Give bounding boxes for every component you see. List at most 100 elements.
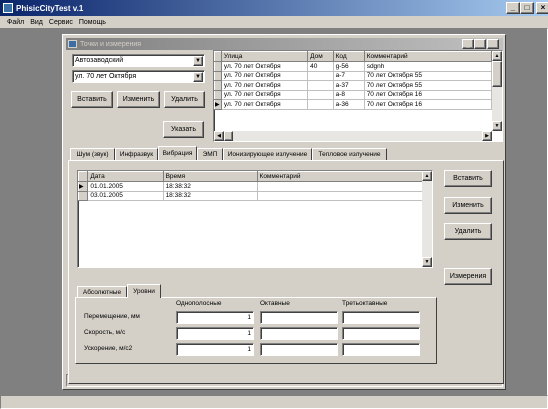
value-field-single[interactable]: 1 <box>176 311 254 324</box>
value-field-third[interactable] <box>342 327 420 340</box>
menu-bar: Файл Вид Сервис Помощь <box>0 16 548 28</box>
address-hscroll-thumb[interactable] <box>224 131 233 141</box>
address-cell[interactable]: ул. 70 лет Октября <box>221 90 309 100</box>
address-cell[interactable]: 70 лет Октября 55 <box>364 71 493 81</box>
menu-service[interactable]: Сервис <box>46 19 76 26</box>
district-dropdown-icon[interactable]: ▼ <box>193 56 203 66</box>
address-vscroll[interactable]: ▲ ▼ <box>492 51 502 131</box>
value-field-single[interactable]: 1 <box>176 343 254 356</box>
value-field-third[interactable] <box>342 311 420 324</box>
address-vscroll-thumb[interactable] <box>492 61 502 87</box>
value-field-single[interactable]: 1 <box>176 327 254 340</box>
grid-indicator-header <box>214 51 222 62</box>
tab-3[interactable]: ЭМП <box>197 148 223 160</box>
menu-view[interactable]: Вид <box>27 19 46 26</box>
close-button[interactable]: × <box>536 2 548 14</box>
scroll-left-icon[interactable]: ◀ <box>214 131 224 141</box>
measure-cell[interactable] <box>257 181 425 192</box>
tab-2[interactable]: Вибрация <box>158 146 197 160</box>
address-row[interactable]: ул. 70 лет Октября a-7 70 лет Октября 55 <box>214 70 493 81</box>
measure-col-header[interactable]: Дата <box>87 171 164 182</box>
value-row-label: Ускорение, м/с2 <box>84 345 133 352</box>
measure-cell[interactable]: 03.01.2005 <box>87 191 164 201</box>
header-third: Третьоктавные <box>342 300 388 307</box>
measure-cell[interactable]: 01.01.2005 <box>87 181 164 192</box>
tab-5[interactable]: Тепловое излучение <box>312 148 387 160</box>
measure-insert-button[interactable]: Вставить <box>444 170 492 187</box>
subtab-levels[interactable]: Уровни <box>127 284 161 298</box>
maximize-button[interactable]: □ <box>520 2 534 14</box>
address-cell[interactable]: 70 лет Октября 55 <box>364 80 493 91</box>
points-window-title-bar: Точки и измерения _ □ × <box>66 38 503 50</box>
address-row[interactable]: ул. 70 лет Октября a-37 70 лет Октября 55 <box>214 80 493 91</box>
street-dropdown-icon[interactable]: ▼ <box>193 72 203 82</box>
address-cell[interactable]: 70 лет Октября 16 <box>364 90 493 100</box>
measure-col-header[interactable]: Время <box>162 171 258 182</box>
address-hscroll[interactable]: ◀ ▶ <box>214 131 492 141</box>
street-value: ул. 70 лет Октября <box>75 73 137 80</box>
district-combo[interactable]: Автозаводский ▼ <box>72 54 205 67</box>
address-cell[interactable]: a-7 <box>333 71 365 81</box>
child-close-button[interactable]: × <box>487 39 499 49</box>
address-cell[interactable] <box>307 99 334 110</box>
address-col-header[interactable]: Комментарий <box>363 51 493 62</box>
address-edit-button[interactable]: Изменить <box>117 91 160 108</box>
child-maximize-button[interactable]: □ <box>474 39 486 49</box>
scroll-right-icon[interactable]: ▶ <box>482 131 492 141</box>
address-cell[interactable]: a-8 <box>333 90 365 100</box>
measure-grid[interactable]: Дата Время Комментарий ▶ 01.01.2005 18:38:32… <box>77 170 433 268</box>
measure-delete-button[interactable]: Удалить <box>444 223 492 240</box>
measure-vscroll[interactable]: ▲ ▼ <box>422 171 432 267</box>
menu-file[interactable]: Файл <box>4 19 27 26</box>
value-field-octave[interactable] <box>260 311 338 324</box>
tab-1[interactable]: Инфразвук <box>115 148 158 160</box>
child-minimize-button[interactable]: _ <box>462 39 474 49</box>
address-cell[interactable]: 70 лет Октября 16 <box>364 99 493 110</box>
address-row[interactable]: ул. 70 лет Октября 40 g-56 sdgnh <box>214 61 493 72</box>
street-combo[interactable]: ул. 70 лет Октября ▼ <box>72 70 205 83</box>
measure-cell[interactable] <box>257 191 425 201</box>
point-button[interactable]: Указать <box>163 121 204 138</box>
address-insert-button[interactable]: Вставить <box>71 91 113 108</box>
minimize-button[interactable]: _ <box>506 2 520 14</box>
address-row[interactable]: ул. 70 лет Октября a-8 70 лет Октября 16 <box>214 89 493 100</box>
measurements-button[interactable]: Измерения <box>444 268 492 285</box>
measure-col-header[interactable]: Комментарий <box>256 171 425 182</box>
address-cell[interactable]: a-36 <box>333 99 365 110</box>
address-col-header[interactable]: Код <box>332 51 365 62</box>
address-cell[interactable] <box>307 71 334 81</box>
measure-row[interactable]: ▶ 01.01.2005 18:38:32 <box>78 181 425 192</box>
address-cell[interactable]: 40 <box>307 61 334 72</box>
address-cell[interactable]: sdgnh <box>364 61 493 72</box>
row-indicator <box>214 61 222 72</box>
address-col-header[interactable]: Дом <box>307 51 334 62</box>
address-row[interactable]: ▶ ул. 70 лет Октября a-36 70 лет Октября 16 <box>214 99 493 110</box>
address-cell[interactable] <box>307 80 334 91</box>
address-col-header[interactable]: Улица <box>220 51 309 62</box>
address-cell[interactable]: g-56 <box>333 61 365 72</box>
menu-help[interactable]: Помощь <box>76 19 109 26</box>
measure-scroll-up-icon[interactable]: ▲ <box>422 171 432 181</box>
tab-0[interactable]: Шум (звук) <box>70 148 115 160</box>
address-cell[interactable]: ул. 70 лет Октября <box>221 80 309 91</box>
value-field-octave[interactable] <box>260 327 338 340</box>
address-cell[interactable]: ул. 70 лет Октября <box>221 71 309 81</box>
scroll-up-icon[interactable]: ▲ <box>492 51 502 61</box>
address-cell[interactable]: ул. 70 лет Октября <box>221 61 309 72</box>
address-cell[interactable] <box>307 90 334 100</box>
measure-row[interactable]: 03.01.2005 18:38:32 <box>78 190 425 201</box>
row-indicator <box>214 80 222 91</box>
measure-scroll-down-icon[interactable]: ▼ <box>422 257 432 267</box>
measure-cell[interactable]: 18:38:32 <box>163 191 258 201</box>
measure-edit-button[interactable]: Изменить <box>444 197 492 214</box>
scroll-down-icon[interactable]: ▼ <box>492 121 502 131</box>
address-grid[interactable]: Улица Дом Код Комментарий ул. 70 лет Октябр… <box>213 50 503 142</box>
address-delete-button[interactable]: Удалить <box>164 91 205 108</box>
value-field-octave[interactable] <box>260 343 338 356</box>
value-field-third[interactable] <box>342 343 420 356</box>
measure-cell[interactable]: 18:38:32 <box>163 181 258 192</box>
address-cell[interactable]: a-37 <box>333 80 365 91</box>
app-title-bar: PhisicCityTest v.1 _ □ × <box>0 0 548 16</box>
address-cell[interactable]: ул. 70 лет Октября <box>221 99 309 110</box>
tab-4[interactable]: Ионизирующее излучение <box>223 148 312 160</box>
